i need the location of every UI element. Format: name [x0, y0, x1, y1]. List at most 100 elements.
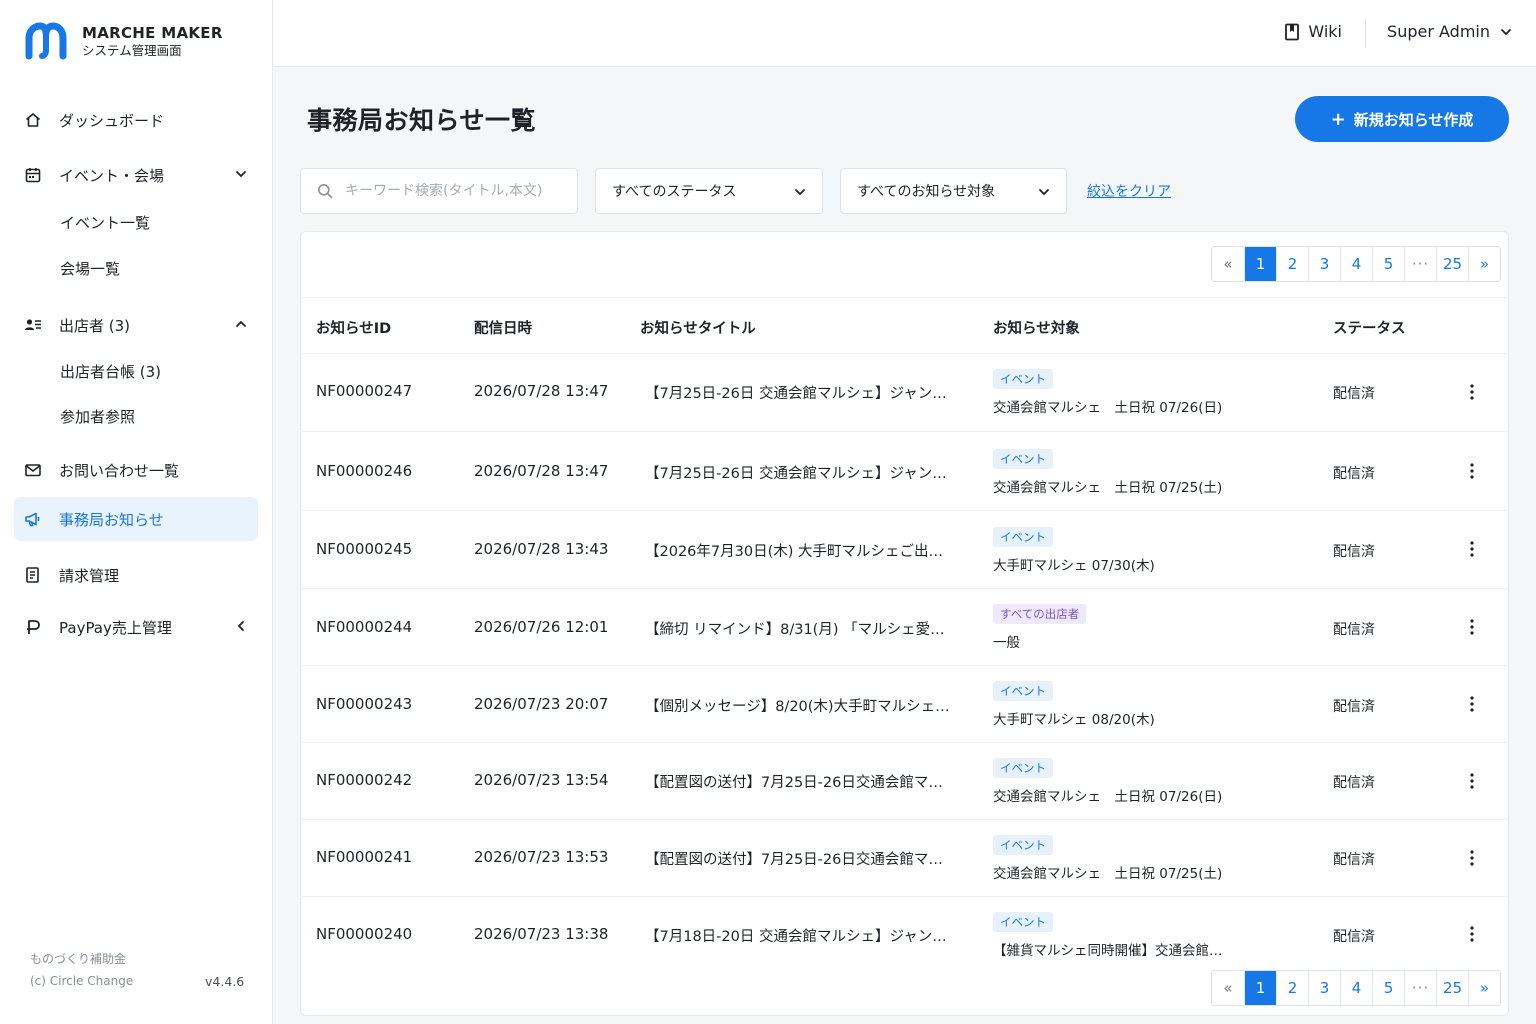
row-menu-icon[interactable] — [1462, 924, 1482, 944]
table-row[interactable]: NF00000243 2026/07/23 20:07 【個別メッセージ】8/2… — [300, 666, 1509, 743]
mail-icon — [24, 461, 42, 479]
row-menu-icon[interactable] — [1462, 771, 1482, 791]
sidebar-item-event-list[interactable]: イベント一覧 — [60, 211, 150, 235]
row-menu-icon[interactable] — [1462, 539, 1482, 559]
announcement-id: NF00000247 — [316, 382, 413, 400]
pagination-next[interactable]: » — [1468, 247, 1500, 281]
table-row[interactable]: NF00000244 2026/07/26 12:01 【締切 リマインド】8/… — [300, 589, 1509, 666]
announcement-title[interactable]: 【個別メッセージ】8/20(木)大手町マルシェ … — [645, 695, 951, 716]
announcement-title[interactable]: 【配置図の送付】7月25日-26日交通会館マル… — [645, 771, 951, 792]
row-menu-icon[interactable] — [1462, 848, 1482, 868]
announcement-title[interactable]: 【配置図の送付】7月25日-26日交通会館マル… — [645, 848, 951, 869]
announcement-date: 2026/07/23 13:54 — [474, 771, 609, 789]
row-menu-icon[interactable] — [1462, 461, 1482, 481]
status-label: 配信済 — [1333, 699, 1375, 715]
announcement-target: 一般 — [993, 635, 1020, 651]
pagination-page-3[interactable]: 3 — [1308, 247, 1340, 281]
status-label: 配信済 — [1333, 386, 1375, 402]
announcement-title[interactable]: 【締切 リマインド】8/31(月) 「マルシェ愛… — [645, 618, 951, 639]
announcement-title[interactable]: 【7月25日-26日 交通会館マルシェ】ジャン… — [645, 462, 951, 483]
sidebar-item-label: 事務局お知らせ — [59, 510, 164, 529]
brand-logo[interactable]: MARCHE MAKER システム管理画面 — [24, 22, 223, 60]
pagination-next[interactable]: » — [1468, 971, 1500, 1005]
sidebar-item-inquiries[interactable]: お問い合わせ一覧 — [14, 448, 258, 492]
pagination-page-2[interactable]: 2 — [1276, 247, 1308, 281]
search-input[interactable] — [345, 183, 565, 199]
sidebar-item-exhibitors[interactable]: 出店者 (3) — [14, 303, 258, 347]
announcement-date: 2026/07/28 13:47 — [474, 462, 609, 480]
sidebar-item-dashboard[interactable]: ダッシュボード — [14, 98, 258, 142]
sidebar-item-paypay-sales[interactable]: PayPay売上管理 — [14, 605, 258, 649]
home-icon — [24, 111, 42, 129]
announcement-target: 大手町マルシェ 07/30(木) — [993, 558, 1155, 574]
sidebar: MARCHE MAKER システム管理画面 ダッシュボード イベント・会場 イベ… — [0, 0, 273, 1024]
announcement-title[interactable]: 【7月25日-26日 交通会館マルシェ】ジャン… — [645, 382, 951, 403]
page-title: 事務局お知らせ一覧 — [307, 106, 537, 135]
sidebar-item-announcements[interactable]: 事務局お知らせ — [14, 497, 258, 541]
table-row[interactable]: NF00000240 2026/07/23 13:38 【7月18日-20日 交… — [300, 897, 1509, 969]
column-header-status[interactable]: ステータス — [1333, 317, 1406, 338]
announcement-target: 交通会館マルシェ 土日祝 07/26(日) — [993, 789, 1223, 805]
target-filter-select[interactable]: すべてのお知らせ対象 — [840, 168, 1067, 214]
sidebar-item-venue-list[interactable]: 会場一覧 — [60, 257, 120, 281]
table-row[interactable]: NF00000245 2026/07/28 13:43 【2026年7月30日(… — [300, 511, 1509, 589]
search-icon — [318, 184, 333, 199]
user-menu[interactable]: Super Admin — [1387, 22, 1512, 41]
clear-filters-link[interactable]: 絞込をクリア — [1087, 181, 1171, 201]
table-row[interactable]: NF00000241 2026/07/23 13:53 【配置図の送付】7月25… — [300, 820, 1509, 897]
announcement-id: NF00000243 — [316, 695, 413, 713]
new-announcement-button[interactable]: + 新規お知らせ作成 — [1295, 96, 1509, 142]
pagination-page-4[interactable]: 4 — [1340, 971, 1372, 1005]
pagination-page-4[interactable]: 4 — [1340, 247, 1372, 281]
pagination-page-last[interactable]: 25 — [1436, 971, 1468, 1005]
announcement-date: 2026/07/23 20:07 — [474, 695, 609, 713]
pagination-page-3[interactable]: 3 — [1308, 971, 1340, 1005]
pagination-prev[interactable]: « — [1212, 971, 1244, 1005]
footer-copyright: (c) Circle Change — [30, 974, 134, 988]
column-header-id[interactable]: お知らせID — [316, 317, 391, 338]
column-header-date[interactable]: 配信日時 — [474, 317, 532, 338]
row-menu-icon[interactable] — [1462, 382, 1482, 402]
status-label: 配信済 — [1333, 852, 1375, 868]
pagination-page-5[interactable]: 5 — [1372, 971, 1404, 1005]
status-label: 配信済 — [1333, 775, 1375, 791]
pagination-bottom: « 1 2 3 4 5 ··· 25 » — [1211, 970, 1501, 1006]
pagination-prev[interactable]: « — [1212, 247, 1244, 281]
target-type-badge: イベント — [993, 369, 1053, 389]
column-header-target[interactable]: お知らせ対象 — [993, 317, 1080, 338]
announcement-date: 2026/07/23 13:53 — [474, 848, 609, 866]
chevron-down-icon — [1501, 28, 1511, 35]
announcement-target: 交通会館マルシェ 土日祝 07/26(日) — [993, 400, 1223, 416]
announcement-title[interactable]: 【2026年7月30日(木) 大手町マルシェご出店… — [645, 540, 951, 561]
brand-subtitle: システム管理画面 — [82, 42, 182, 58]
pagination-ellipsis: ··· — [1404, 247, 1436, 281]
sidebar-item-billing[interactable]: 請求管理 — [14, 553, 258, 597]
announcement-id: NF00000242 — [316, 771, 413, 789]
marche-maker-logo-icon — [25, 22, 67, 60]
pagination-page-1[interactable]: 1 — [1244, 971, 1276, 1005]
row-menu-icon[interactable] — [1462, 617, 1482, 637]
announcement-date: 2026/07/28 13:43 — [474, 540, 609, 558]
pagination-page-last[interactable]: 25 — [1436, 247, 1468, 281]
new-announcement-label: 新規お知らせ作成 — [1353, 110, 1474, 129]
calendar-icon — [24, 166, 42, 184]
announcement-date: 2026/07/28 13:47 — [474, 382, 609, 400]
row-menu-icon[interactable] — [1462, 694, 1482, 714]
sidebar-item-events-venues[interactable]: イベント・会場 — [14, 153, 258, 197]
status-label: 配信済 — [1333, 466, 1375, 482]
table-row[interactable]: NF00000242 2026/07/23 13:54 【配置図の送付】7月25… — [300, 743, 1509, 820]
sidebar-item-participants[interactable]: 参加者参照 — [60, 405, 135, 429]
target-type-badge: イベント — [993, 527, 1053, 547]
announcement-title[interactable]: 【7月18日-20日 交通会館マルシェ】ジャン… — [645, 925, 951, 946]
pagination-page-2[interactable]: 2 — [1276, 971, 1308, 1005]
table-row[interactable]: NF00000246 2026/07/28 13:47 【7月25日-26日 交… — [300, 432, 1509, 511]
sidebar-item-exhibitor-ledger[interactable]: 出店者台帳 (3) — [60, 360, 161, 384]
pagination-page-5[interactable]: 5 — [1372, 247, 1404, 281]
pagination-page-1[interactable]: 1 — [1244, 247, 1276, 281]
sidebar-item-label: 請求管理 — [59, 566, 120, 585]
wiki-link[interactable]: Wiki — [1284, 22, 1342, 41]
table-row[interactable]: NF00000247 2026/07/28 13:47 【7月25日-26日 交… — [300, 354, 1509, 432]
column-header-title[interactable]: お知らせタイトル — [640, 317, 756, 338]
status-filter-select[interactable]: すべてのステータス — [595, 168, 823, 214]
book-icon — [1285, 23, 1300, 40]
